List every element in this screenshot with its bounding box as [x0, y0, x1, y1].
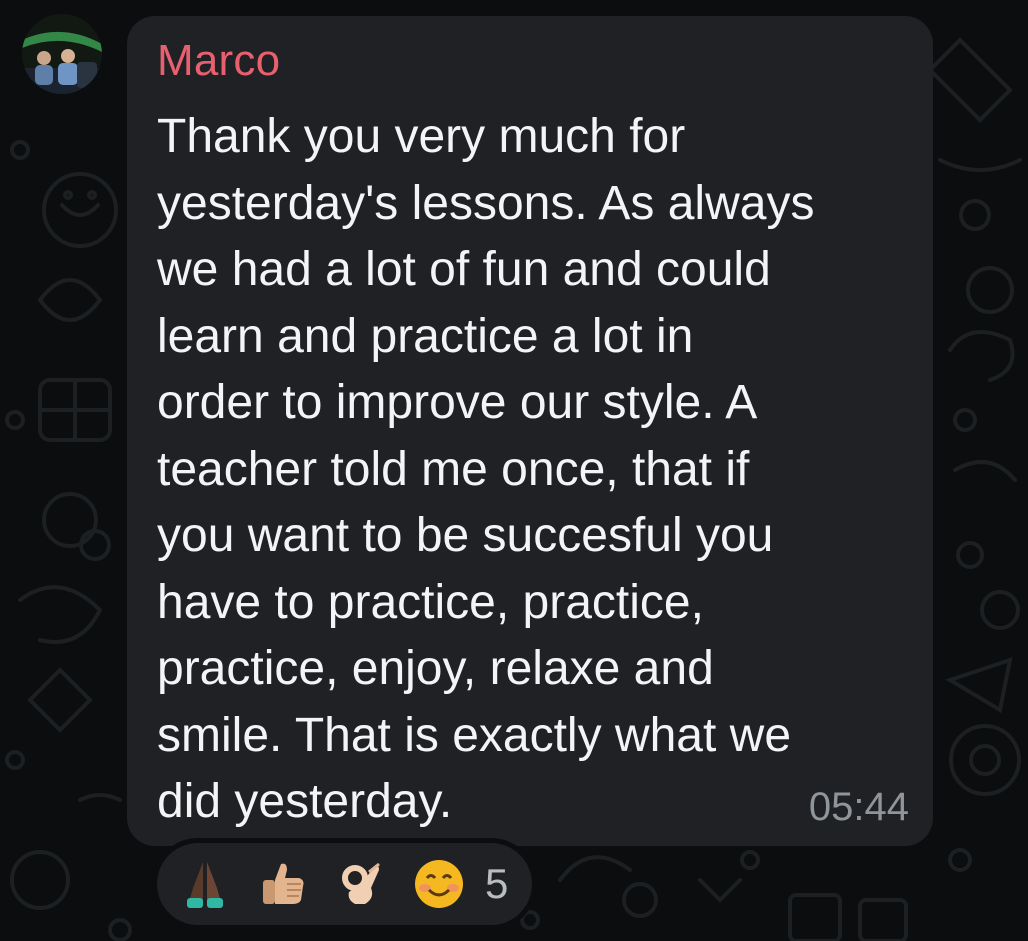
reaction-count: 5 — [485, 860, 509, 907]
message-line: learn and practice a lot in — [157, 309, 694, 363]
message-line: Thank you very much for — [157, 110, 686, 163]
sender-name[interactable]: Marco — [157, 36, 280, 86]
message-timestamp: 05:44 — [808, 785, 909, 829]
message-line: you want to be succesful you — [157, 509, 774, 562]
message-line: yesterday's lessons. As always — [157, 176, 815, 230]
message-line: smile. That is exactly what we — [157, 708, 792, 762]
message-line: teacher told me once, that if — [157, 442, 750, 496]
ok-hand-icon — [335, 858, 387, 910]
folded-hands-icon — [179, 858, 231, 910]
reactions-pill[interactable]: 5 — [152, 838, 538, 930]
avatar-photo — [22, 14, 102, 94]
message-line: did yesterday. — [157, 775, 453, 828]
message-text: Thank you very much for yesterday's less… — [157, 104, 917, 836]
message-bubble[interactable]: Marco Thank you very much for yesterday'… — [127, 16, 933, 846]
message-line: we had a lot of fun and could — [157, 243, 771, 296]
message-line: practice, enjoy, relaxe and — [157, 642, 714, 695]
smiling-face-icon — [413, 858, 465, 910]
message-line: have to practice, practice, — [157, 575, 704, 629]
avatar[interactable] — [22, 14, 102, 94]
thumbs-up-icon — [257, 858, 309, 910]
message-line: order to improve our style. A — [157, 376, 758, 429]
